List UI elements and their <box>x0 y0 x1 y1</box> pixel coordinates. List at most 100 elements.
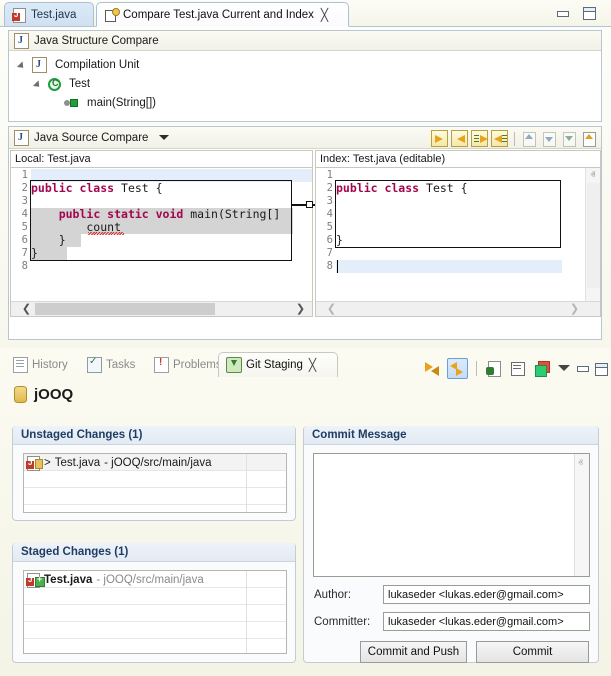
select-next-difference-icon[interactable] <box>521 130 538 147</box>
line-number: 1 <box>319 169 333 182</box>
committer-value: lukaseder <lukas.eder@gmail.com> <box>388 616 564 628</box>
commit-and-push-button[interactable]: Commit and Push <box>360 641 467 663</box>
author-value: lukaseder <lukas.eder@gmail.com> <box>388 589 564 601</box>
unstaged-file-entry[interactable]: > Test.java - jOOQ/src/main/java <box>27 455 211 470</box>
link-with-editor-and-selection-icon[interactable] <box>447 358 468 379</box>
select-next-change-icon[interactable] <box>561 130 578 147</box>
copy-current-change-left-icon[interactable] <box>451 130 468 147</box>
left-pane-title: Local: Test.java <box>15 153 91 165</box>
problems-icon <box>154 357 169 373</box>
right-pane-vertical-scrollbar[interactable]: ⱏ ⱟ <box>585 168 600 301</box>
tree-item-test-class[interactable]: Test <box>35 76 90 92</box>
repository-title: jOOQ <box>14 386 73 403</box>
right-pane-horizontal-scrollbar[interactable]: ❮ ❯ <box>316 301 600 316</box>
line-number: 1 <box>14 169 28 182</box>
java-structure-compare-header: Java Structure Compare <box>9 31 601 51</box>
committer-field[interactable]: lukaseder <lukas.eder@gmail.com> <box>383 612 590 631</box>
java-class-icon <box>48 78 61 91</box>
copy-all-changes-left-icon[interactable] <box>491 130 508 147</box>
scroll-down-arrow-icon[interactable]: ⱟ <box>586 286 600 301</box>
staged-file-entry[interactable]: Test.java - jOOQ/src/main/java <box>27 572 204 587</box>
line-highlight <box>336 260 562 273</box>
open-git-repositories-view-icon[interactable] <box>485 359 504 378</box>
column-divider <box>246 571 247 653</box>
scroll-left-arrow-icon[interactable]: ❮ <box>324 302 339 316</box>
chevron-down-icon[interactable] <box>159 135 169 140</box>
scrollbar-thumb[interactable] <box>35 303 215 315</box>
staged-file-name: Test.java <box>44 574 92 586</box>
expand-arrow-icon[interactable] <box>19 61 28 70</box>
line-number: 7 <box>14 247 28 260</box>
author-field[interactable]: lukaseder <lukas.eder@gmail.com> <box>383 585 590 604</box>
tree-item-label: Compilation Unit <box>55 59 139 71</box>
tab-label: Problems <box>173 359 222 371</box>
scroll-up-arrow-icon[interactable]: ⱏ <box>586 168 600 183</box>
line-number: 8 <box>14 260 28 273</box>
toolbar-separator <box>514 132 515 146</box>
tab-git-staging[interactable]: Git Staging ╳ <box>218 352 338 377</box>
tree-item-main-method[interactable]: main(String[]) <box>64 95 156 111</box>
repository-icon <box>14 386 27 403</box>
close-icon[interactable]: ╳ <box>309 359 316 371</box>
commit-message-input[interactable]: ⱏ ⱟ <box>313 453 590 577</box>
compare-toolbar <box>431 129 598 148</box>
select-previous-change-icon[interactable] <box>581 130 598 147</box>
staged-changes-group: Staged Changes (1) Test.java - jOOQ/src/… <box>12 543 296 663</box>
left-compare-editor[interactable]: 1 2 3 4 5 6 7 8 public class Test { publ… <box>10 167 313 317</box>
unstaged-file-path: - jOOQ/src/main/java <box>104 457 211 469</box>
right-line-number-gutter: 1 2 3 4 5 6 7 8 <box>316 168 336 316</box>
editor-tab-bar: Test.java Compare Test.java Current and … <box>0 0 611 27</box>
editor-tab-test-java[interactable]: Test.java <box>4 2 94 27</box>
copy-all-changes-right-icon[interactable] <box>471 130 488 147</box>
line-number: 4 <box>319 208 333 221</box>
code-line: } <box>336 234 343 247</box>
right-pane-title: Index: Test.java (editable) <box>320 153 445 165</box>
left-line-number-gutter: 1 2 3 4 5 6 7 8 <box>11 168 31 316</box>
scroll-right-arrow-icon[interactable]: ❯ <box>293 302 308 316</box>
scroll-up-arrow-icon[interactable]: ⱏ <box>578 458 583 469</box>
close-icon[interactable]: ╳ <box>321 9 328 21</box>
copy-current-change-right-icon[interactable] <box>431 130 448 147</box>
select-previous-difference-icon[interactable] <box>541 130 558 147</box>
commit-message-scrollbar[interactable]: ⱏ ⱟ <box>574 454 589 576</box>
code-line: public class Test { <box>336 182 468 195</box>
java-file-icon <box>32 57 47 73</box>
unstaged-changes-table[interactable]: > Test.java - jOOQ/src/main/java <box>23 453 287 513</box>
maximize-icon[interactable] <box>582 6 595 19</box>
commit-message-title: Commit Message <box>304 426 598 445</box>
tab-history[interactable]: History <box>6 352 75 377</box>
left-pane-header: Local: Test.java <box>10 150 313 167</box>
view-menu-icon[interactable] <box>557 361 571 375</box>
line-number: 5 <box>319 221 333 234</box>
git-staging-view: History Tasks Problems Git Staging ╳ <box>0 348 611 676</box>
scroll-right-arrow-icon[interactable]: ❯ <box>567 302 582 316</box>
editor-tab-compare[interactable]: Compare Test.java Current and Index ╳ <box>96 2 349 27</box>
line-number: 6 <box>14 234 28 247</box>
diff-connector-handle[interactable] <box>306 201 313 208</box>
scroll-left-arrow-icon[interactable]: ❮ <box>19 302 34 316</box>
right-compare-editor[interactable]: 1 2 3 4 5 6 7 8 public class Test { } ⱏ <box>315 167 601 317</box>
line-number: 6 <box>319 234 333 247</box>
tab-tasks[interactable]: Tasks <box>80 352 142 377</box>
left-pane-horizontal-scrollbar[interactable]: ❮ ❯ <box>11 301 312 316</box>
text-caret <box>337 260 338 273</box>
minimize-icon[interactable] <box>556 7 569 20</box>
compare-mode-icon[interactable] <box>533 359 552 378</box>
refresh-icon[interactable] <box>423 359 442 378</box>
java-file-icon <box>14 33 29 49</box>
staged-changes-title: Staged Changes (1) <box>13 543 295 562</box>
tab-problems[interactable]: Problems <box>147 352 229 377</box>
editor-tab-label: Compare Test.java Current and Index <box>123 9 314 21</box>
maximize-icon[interactable] <box>594 362 607 375</box>
tree-item-compilation-unit[interactable]: Compilation Unit <box>19 57 139 73</box>
presentation-icon[interactable] <box>509 359 528 378</box>
panel-title: Java Source Compare <box>34 132 148 144</box>
bottom-tab-bar: History Tasks Problems Git Staging ╳ <box>0 352 611 378</box>
editor-area: Test.java Compare Test.java Current and … <box>0 0 611 348</box>
commit-message-group: Commit Message ⱏ ⱟ Author: lukaseder <lu… <box>303 426 599 663</box>
scrollbar-track[interactable] <box>587 183 600 288</box>
minimize-icon[interactable] <box>576 362 589 375</box>
expand-arrow-icon[interactable] <box>35 80 44 89</box>
staged-changes-table[interactable]: Test.java - jOOQ/src/main/java <box>23 570 287 654</box>
commit-button[interactable]: Commit <box>476 641 589 663</box>
